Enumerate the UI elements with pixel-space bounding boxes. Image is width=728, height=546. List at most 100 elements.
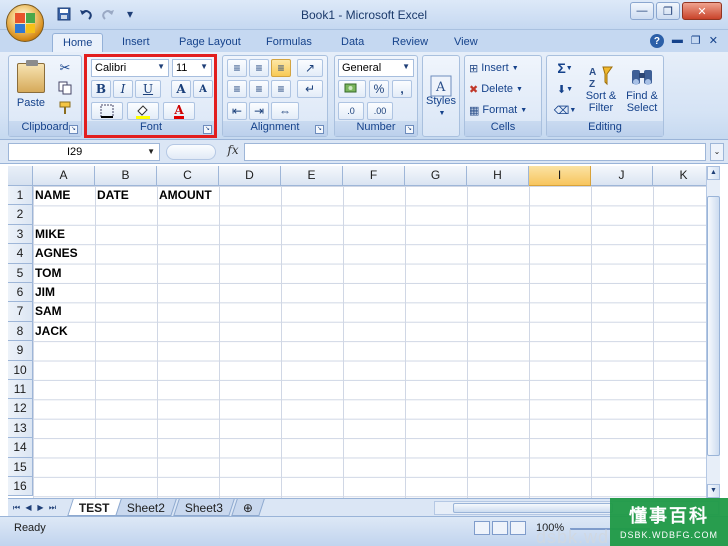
horizontal-scroll-thumb[interactable] (453, 503, 613, 513)
number-launcher-icon[interactable]: ↘ (405, 125, 414, 134)
page-layout-view-icon[interactable] (492, 521, 508, 535)
name-box[interactable]: I29 ▼ (8, 143, 160, 161)
increase-decimal-button[interactable]: .0 (338, 102, 364, 120)
row-header-15[interactable]: 15 (8, 457, 33, 477)
column-header-e[interactable]: E (281, 166, 343, 186)
decrease-decimal-button[interactable]: .00 (367, 102, 393, 120)
prev-sheet-icon[interactable]: ◀ (23, 502, 34, 514)
insert-sheet-tab[interactable]: ⊕ (231, 499, 265, 516)
cell-a5[interactable]: TOM (33, 264, 61, 283)
paste-button[interactable]: Paste (13, 58, 49, 114)
select-all-corner[interactable] (8, 166, 33, 186)
page-break-view-icon[interactable] (510, 521, 526, 535)
row-header-3[interactable]: 3 (8, 224, 33, 245)
row-header-5[interactable]: 5 (8, 263, 33, 283)
column-header-g[interactable]: G (405, 166, 467, 186)
row-header-4[interactable]: 4 (8, 244, 33, 264)
format-cells-button[interactable]: ▦ Format ▼ (468, 101, 538, 119)
merge-center-icon[interactable]: ⇔ (271, 102, 299, 120)
chevron-down-icon[interactable]: ▼ (435, 108, 449, 118)
format-painter-icon[interactable] (55, 100, 75, 116)
align-bottom-icon[interactable]: ≡ (271, 59, 291, 77)
column-header-h[interactable]: H (467, 166, 529, 186)
cell-c1[interactable]: AMOUNT (157, 186, 212, 205)
cell-b1[interactable]: DATE (95, 186, 129, 205)
ribbon-close-icon[interactable]: ✕ (709, 34, 718, 48)
scroll-up-icon[interactable]: ▲ (707, 166, 720, 180)
formula-input[interactable] (244, 143, 706, 161)
sheet-tab-sheet2[interactable]: Sheet2 (115, 499, 177, 516)
worksheet-grid[interactable]: ABCDEFGHIJK 1 2 3 4 5 6 7 8 9 10 11 12 13 14 15 16 NAME… (8, 166, 706, 498)
maximize-button[interactable]: ❐ (656, 2, 680, 20)
sheet-tab-test[interactable]: TEST (67, 499, 122, 516)
row-header-11[interactable]: 11 (8, 380, 33, 400)
row-header-12[interactable]: 12 (8, 399, 33, 419)
fill-button[interactable]: ⬇ ▼ (550, 80, 580, 98)
tab-page-layout[interactable]: Page Layout (169, 33, 251, 52)
column-header-i[interactable]: I (529, 166, 591, 186)
tab-view[interactable]: View (444, 33, 488, 52)
column-header-f[interactable]: F (343, 166, 405, 186)
row-header-2[interactable]: 2 (8, 205, 33, 225)
insert-cells-button[interactable]: ⊞ Insert ▼ (468, 59, 538, 77)
row-header-16[interactable]: 16 (8, 477, 33, 497)
row-header-8[interactable]: 8 (8, 321, 33, 342)
cell-a8[interactable]: JACK (33, 322, 68, 341)
next-sheet-icon[interactable]: ▶ (35, 502, 46, 514)
row-header-7[interactable]: 7 (8, 302, 33, 322)
column-header-c[interactable]: C (157, 166, 219, 186)
column-header-a[interactable]: A (33, 166, 95, 186)
increase-indent-icon[interactable]: ⇥ (249, 102, 269, 120)
cell-a6[interactable]: JIM (33, 283, 55, 302)
formula-divider-handle[interactable] (166, 144, 216, 160)
scroll-down-icon[interactable]: ▼ (707, 484, 720, 498)
clear-button[interactable]: ⌫ ▼ (550, 101, 580, 119)
vertical-scrollbar[interactable]: ▲ ▼ (706, 166, 720, 498)
column-header-d[interactable]: D (219, 166, 281, 186)
row-header-1[interactable]: 1 (8, 186, 33, 206)
find-select-button[interactable]: Find & Select (622, 58, 662, 120)
percent-button[interactable]: % (369, 80, 389, 98)
delete-cells-button[interactable]: ✖ Delete ▼ (468, 80, 538, 98)
row-header-13[interactable]: 13 (8, 418, 33, 439)
wrap-text-icon[interactable]: ↵ (297, 80, 323, 98)
insert-function-button[interactable]: fx (222, 143, 244, 161)
tab-formulas[interactable]: Formulas (256, 33, 322, 52)
ribbon-restore-icon[interactable]: ❐ (691, 34, 701, 48)
row-header-6[interactable]: 6 (8, 283, 33, 303)
cell-a7[interactable]: SAM (33, 302, 62, 321)
clipboard-launcher-icon[interactable]: ↘ (69, 125, 78, 134)
expand-formula-bar-icon[interactable]: ⌄ (710, 143, 724, 161)
cell-a1[interactable]: NAME (33, 186, 70, 205)
row-header-10[interactable]: 10 (8, 360, 33, 380)
align-center-icon[interactable]: ≡ (249, 80, 269, 98)
autosum-button[interactable]: Σ ▼ (550, 59, 580, 77)
copy-icon[interactable] (55, 80, 75, 96)
tab-review[interactable]: Review (382, 33, 438, 52)
first-sheet-icon[interactable]: ⏮ (11, 502, 22, 514)
tab-insert[interactable]: Insert (112, 33, 160, 52)
align-middle-icon[interactable]: ≡ (249, 59, 269, 77)
cut-icon[interactable]: ✂ (55, 60, 75, 76)
minimize-button[interactable]: — (630, 2, 654, 20)
align-left-icon[interactable]: ≡ (227, 80, 247, 98)
cells-area[interactable]: NAME DATE AMOUNT MIKE AGNES TOM JIM SAM JACK (33, 186, 706, 498)
accounting-format-icon[interactable] (338, 80, 366, 98)
vertical-scroll-thumb[interactable] (707, 196, 720, 456)
row-header-14[interactable]: 14 (8, 438, 33, 458)
normal-view-icon[interactable] (474, 521, 490, 535)
last-sheet-icon[interactable]: ⏭ (47, 502, 58, 514)
decrease-indent-icon[interactable]: ⇤ (227, 102, 247, 120)
align-right-icon[interactable]: ≡ (271, 80, 291, 98)
tab-data[interactable]: Data (331, 33, 374, 52)
close-button[interactable]: ✕ (682, 2, 722, 20)
cell-a3[interactable]: MIKE (33, 225, 65, 244)
tab-home[interactable]: Home (52, 33, 104, 52)
align-top-icon[interactable]: ≡ (227, 59, 247, 77)
orientation-icon[interactable]: ↗ (297, 59, 323, 77)
column-header-j[interactable]: J (591, 166, 653, 186)
ribbon-minimize-icon[interactable]: ▬ (672, 34, 683, 48)
column-header-k[interactable]: K (653, 166, 706, 186)
column-header-b[interactable]: B (95, 166, 157, 186)
row-header-9[interactable]: 9 (8, 341, 33, 361)
